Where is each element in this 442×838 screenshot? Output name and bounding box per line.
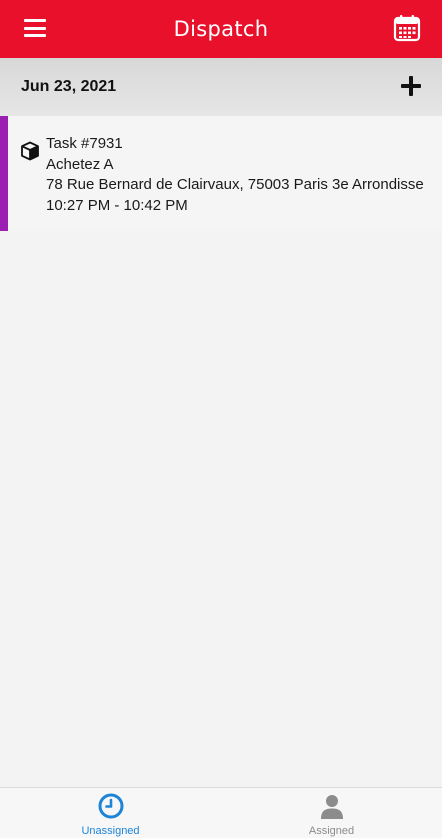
task-name: Achetez A — [46, 155, 114, 173]
tab-unassigned[interactable]: Unassigned — [0, 788, 221, 838]
dispatch-app: Dispatch Jun 23, 2021 Task #7931 Achetez… — [0, 0, 442, 838]
task-time-range: 10:27 PM - 10:42 PM — [46, 196, 188, 214]
task-id: Task #7931 — [46, 135, 123, 152]
box-icon — [20, 141, 40, 161]
hamburger-menu-icon[interactable] — [24, 17, 46, 39]
bottom-navigation: Unassigned Assigned — [0, 787, 442, 838]
tab-label: Assigned — [308, 825, 355, 837]
app-header: Dispatch — [0, 0, 442, 58]
task-details: Task #7931 Achetez A 78 Rue Bernard de C… — [46, 134, 424, 216]
tab-assigned[interactable]: Assigned — [221, 788, 442, 838]
plus-icon[interactable] — [401, 76, 421, 96]
person-icon — [319, 793, 345, 819]
tab-label: Unassigned — [81, 825, 140, 837]
task-card[interactable]: Task #7931 Achetez A 78 Rue Bernard de C… — [0, 116, 442, 231]
clock-icon — [98, 793, 124, 819]
task-address: 78 Rue Bernard de Clairvaux, 75003 Paris… — [46, 176, 424, 193]
date-header-bar: Jun 23, 2021 — [0, 58, 442, 116]
page-title: Dispatch — [173, 17, 269, 41]
calendar-icon[interactable] — [393, 14, 421, 42]
date-label: Jun 23, 2021 — [21, 78, 117, 95]
task-status-accent — [0, 116, 8, 231]
